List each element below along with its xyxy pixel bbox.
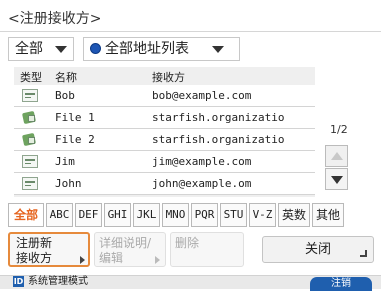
- row-name: Bob: [55, 89, 75, 102]
- radio-dot-icon: [90, 43, 101, 54]
- row-name: Jim: [55, 155, 75, 168]
- index-tab-other[interactable]: 其他: [312, 203, 344, 227]
- column-header-recipient: 接收方: [152, 71, 185, 84]
- page-title: <注册接收方>: [8, 11, 102, 27]
- row-address: starfish.organizatio: [152, 111, 285, 124]
- email-icon: [22, 155, 38, 168]
- index-tab-jkl[interactable]: JKL: [133, 203, 160, 227]
- row-name: File 2: [55, 133, 95, 146]
- page-indicator: 1/2: [330, 123, 348, 136]
- type-filter-value: 全部: [15, 41, 43, 57]
- index-tab-all[interactable]: 全部: [8, 203, 44, 227]
- register-button-label-1: 注册新: [16, 236, 53, 250]
- register-button-label-2: 接收方: [16, 251, 53, 265]
- index-tab-pqr[interactable]: PQR: [191, 203, 218, 227]
- row-address: jim@example.com: [152, 155, 252, 168]
- column-header-name: 名称: [55, 71, 77, 84]
- row-address: john@example.om: [152, 177, 252, 190]
- table-row[interactable]: File 1 starfish.organizatio: [14, 107, 315, 129]
- file-icon: [22, 133, 38, 146]
- details-button-label-1: 详细说明/: [99, 236, 152, 250]
- index-tab-stu[interactable]: STU: [220, 203, 247, 227]
- table-row[interactable]: John john@example.om: [14, 173, 315, 195]
- chevron-down-icon: [212, 46, 224, 53]
- index-tab-def[interactable]: DEF: [75, 203, 102, 227]
- table-row[interactable]: File 2 starfish.organizatio: [14, 129, 315, 151]
- caret-right-icon: [155, 256, 160, 264]
- row-name: John: [55, 177, 82, 190]
- row-name: File 1: [55, 111, 95, 124]
- corner-return-icon: [360, 250, 367, 257]
- index-tab-mno[interactable]: MNO: [162, 203, 189, 227]
- row-address: bob@example.com: [152, 89, 252, 102]
- row-address: starfish.organizatio: [152, 133, 285, 146]
- column-header-type: 类型: [20, 71, 42, 84]
- index-tab-alphanumeric[interactable]: 英数: [278, 203, 310, 227]
- table-row[interactable]: Bob bob@example.com: [14, 85, 315, 107]
- table-header: 类型 名称 接收方: [14, 67, 315, 84]
- file-icon: [22, 111, 38, 124]
- type-filter-dropdown[interactable]: 全部: [8, 37, 74, 61]
- delete-button[interactable]: 删除: [170, 232, 244, 267]
- index-tab-vz[interactable]: V-Z: [249, 203, 276, 227]
- scroll-up-button[interactable]: [325, 145, 348, 167]
- recipient-table: 类型 名称 接收方 Bob bob@example.com File 1 sta…: [14, 67, 315, 197]
- chevron-down-icon: [55, 46, 67, 53]
- caret-right-icon: [80, 256, 85, 264]
- close-button[interactable]: 关闭: [262, 236, 374, 263]
- close-button-label: 关闭: [304, 242, 331, 257]
- email-icon: [22, 89, 38, 102]
- id-mode-icon: ID: [13, 276, 24, 287]
- register-recipient-button[interactable]: 注册新 接收方: [8, 232, 90, 267]
- email-icon: [22, 177, 38, 190]
- details-edit-button[interactable]: 详细说明/ 编辑: [94, 232, 166, 267]
- delete-button-label: 删除: [175, 236, 200, 250]
- title-divider: [0, 31, 381, 32]
- address-book-dropdown[interactable]: 全部地址列表: [83, 37, 240, 61]
- table-row[interactable]: Jim jim@example.com: [14, 151, 315, 173]
- address-book-value: 全部地址列表: [105, 41, 189, 57]
- index-tab-abc[interactable]: ABC: [46, 203, 73, 227]
- index-tab-ghi[interactable]: GHI: [104, 203, 131, 227]
- system-mode-label: 系统管理模式: [28, 276, 88, 287]
- scroll-down-button[interactable]: [325, 168, 348, 190]
